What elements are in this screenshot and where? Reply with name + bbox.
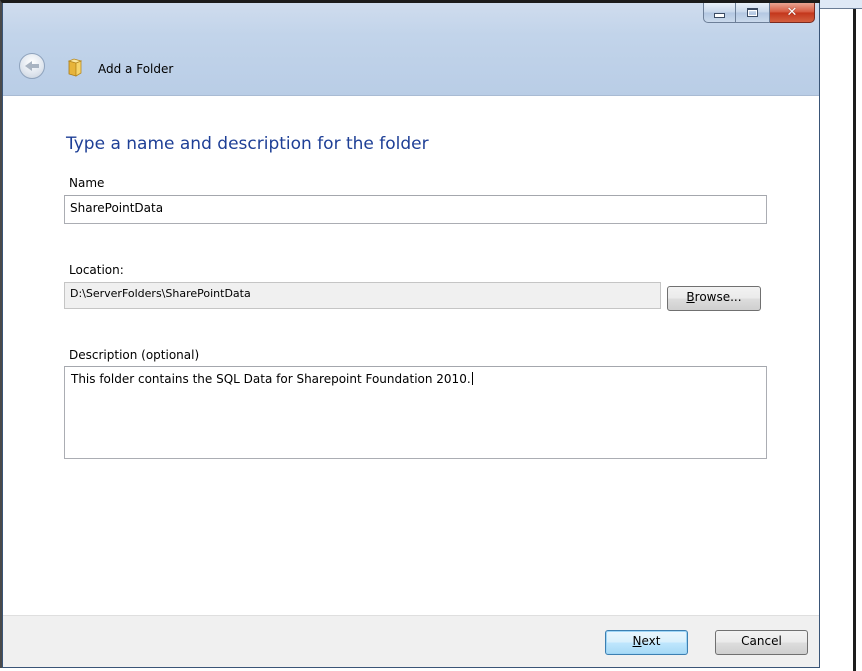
back-button[interactable] xyxy=(19,53,45,79)
text-caret xyxy=(471,372,473,385)
cancel-button[interactable]: Cancel xyxy=(715,630,808,655)
close-button[interactable]: ✕ xyxy=(770,3,815,23)
next-button[interactable]: Next xyxy=(605,630,688,655)
minimize-icon xyxy=(714,13,725,18)
description-label: Description (optional) xyxy=(69,348,200,362)
location-value: D:\ServerFolders\SharePointData xyxy=(70,287,251,300)
window-title: Add a Folder xyxy=(98,62,174,76)
minimize-button[interactable] xyxy=(703,3,736,23)
name-input[interactable]: SharePointData xyxy=(64,195,767,224)
page-heading: Type a name and description for the fold… xyxy=(66,134,429,154)
description-value: This folder contains the SQL Data for Sh… xyxy=(71,372,471,386)
location-field: D:\ServerFolders\SharePointData xyxy=(64,282,661,309)
maximize-icon xyxy=(747,8,758,17)
name-label: Name xyxy=(69,176,105,190)
caption-buttons: ✕ xyxy=(703,3,815,33)
browse-button[interactable]: Browse... xyxy=(667,286,761,311)
maximize-button[interactable] xyxy=(736,3,770,23)
add-folder-dialog: ✕ Add a Folder Type a name and descripti… xyxy=(2,3,820,668)
folder-icon xyxy=(67,58,83,77)
name-input-value: SharePointData xyxy=(70,201,164,215)
host-window-strip xyxy=(820,0,862,9)
dialog-footer: Next Cancel xyxy=(3,615,819,667)
close-icon: ✕ xyxy=(786,5,798,20)
location-label: Location: xyxy=(69,263,124,277)
description-textarea[interactable]: This folder contains the SQL Data for Sh… xyxy=(64,366,767,459)
title-bar: ✕ Add a Folder xyxy=(3,3,819,96)
